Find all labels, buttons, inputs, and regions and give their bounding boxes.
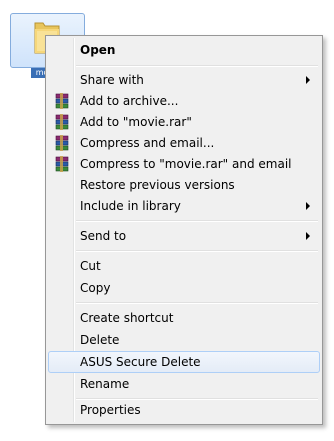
menu-item-label: Delete xyxy=(80,333,120,347)
menu-item-label: Compress and email... xyxy=(80,136,215,150)
menu-item-delete[interactable]: Delete xyxy=(48,329,320,351)
menu-item-label: Compress to "movie.rar" and email xyxy=(80,157,292,171)
desktop-stage: movie Open Share with Add to archive... xyxy=(0,0,334,441)
menu-item-add-to-archive[interactable]: Add to archive... xyxy=(48,90,320,112)
menu-item-create-shortcut[interactable]: Create shortcut xyxy=(48,307,320,329)
menu-separator xyxy=(76,250,318,252)
menu-item-compress-to-rar-email[interactable]: Compress to "movie.rar" and email xyxy=(48,153,320,175)
chevron-right-icon xyxy=(306,202,310,210)
menu-separator xyxy=(76,220,318,222)
menu-item-label: Cut xyxy=(80,259,101,273)
menu-separator xyxy=(76,302,318,304)
menu-item-send-to[interactable]: Send to xyxy=(48,225,320,247)
context-menu: Open Share with Add to archive... Add to… xyxy=(45,35,323,425)
menu-item-label: Include in library xyxy=(80,199,181,213)
menu-item-share-with[interactable]: Share with xyxy=(48,69,320,91)
menu-item-label: Share with xyxy=(80,73,144,87)
menu-item-label: Add to archive... xyxy=(80,94,179,108)
winrar-books-icon xyxy=(55,135,69,151)
menu-item-restore-previous[interactable]: Restore previous versions xyxy=(48,174,320,196)
menu-item-label: Copy xyxy=(80,281,111,295)
winrar-books-icon xyxy=(55,114,69,130)
menu-item-label: Send to xyxy=(80,229,127,243)
menu-item-add-to-rar[interactable]: Add to "movie.rar" xyxy=(48,111,320,133)
menu-item-label: Restore previous versions xyxy=(80,178,235,192)
menu-item-label: Create shortcut xyxy=(80,311,174,325)
menu-item-label: Rename xyxy=(80,377,130,391)
menu-item-rename[interactable]: Rename xyxy=(48,373,320,395)
menu-item-open[interactable]: Open xyxy=(48,39,320,61)
menu-separator xyxy=(76,65,318,67)
menu-item-cut[interactable]: Cut xyxy=(48,255,320,277)
winrar-books-icon xyxy=(55,93,69,109)
menu-item-label: Open xyxy=(80,43,116,57)
menu-item-copy[interactable]: Copy xyxy=(48,277,320,299)
menu-item-compress-email[interactable]: Compress and email... xyxy=(48,132,320,154)
winrar-books-icon xyxy=(55,156,69,172)
menu-item-asus-secure-delete[interactable]: ASUS Secure Delete xyxy=(48,351,320,373)
menu-item-label: Properties xyxy=(80,403,141,417)
chevron-right-icon xyxy=(306,76,310,84)
menu-item-properties[interactable]: Properties xyxy=(48,399,320,421)
menu-item-include-library[interactable]: Include in library xyxy=(48,195,320,217)
menu-item-label: ASUS Secure Delete xyxy=(80,355,201,369)
menu-item-label: Add to "movie.rar" xyxy=(80,115,192,129)
chevron-right-icon xyxy=(306,232,310,240)
